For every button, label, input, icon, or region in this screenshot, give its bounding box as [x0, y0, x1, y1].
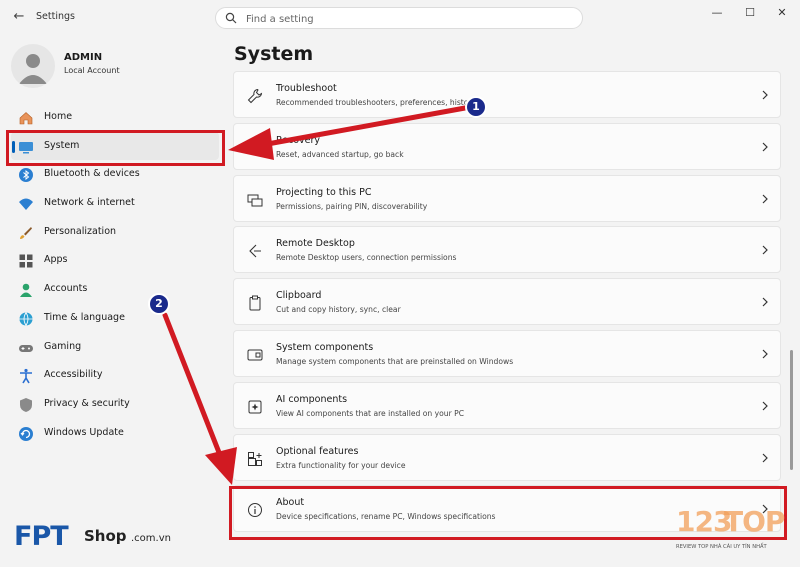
globe-icon: [19, 312, 33, 327]
card-title: Troubleshoot: [276, 83, 337, 94]
components-icon: [247, 349, 263, 361]
card-remote-desktop[interactable]: Remote Desktop Remote Desktop users, con…: [233, 226, 781, 274]
avatar-person-icon: [19, 54, 47, 84]
card-title: Optional features: [276, 445, 359, 457]
wrench-icon: [247, 88, 263, 104]
person-icon: [20, 283, 32, 298]
wifi-icon: [19, 198, 33, 211]
step-badge-2: 2: [148, 293, 170, 315]
sidebar-item-label: Accessibility: [44, 369, 103, 381]
card-subtitle: Reset, advanced startup, go back: [276, 149, 404, 159]
optional-features-icon: [248, 451, 262, 466]
card-title: Remote Desktop: [276, 238, 355, 250]
card-system-components[interactable]: System components Manage system componen…: [233, 329, 781, 377]
sidebar-item-label: Apps: [44, 254, 68, 266]
card-title: Projecting to this PC: [276, 186, 372, 198]
sidebar-item-network[interactable]: Network & internet: [11, 189, 219, 218]
card-title: Clipboard: [276, 290, 322, 302]
search-icon: [225, 12, 237, 24]
account-header[interactable]: ADMIN Local Account: [11, 43, 211, 88]
highlight-box-system: [6, 130, 225, 166]
sidebar-item-windows-update[interactable]: Windows Update: [11, 419, 219, 448]
home-icon: [19, 112, 33, 125]
sidebar-item-label: Gaming: [44, 340, 82, 352]
clipboard-icon: [249, 295, 261, 311]
chevron-right-icon: [762, 453, 768, 463]
watermark-word: TOP: [724, 505, 785, 538]
card-optional-features[interactable]: Optional features Extra functionality fo…: [233, 433, 781, 481]
sidebar-item-label: Personalization: [44, 225, 117, 237]
shield-icon: [20, 397, 32, 412]
card-subtitle: View AI components that are installed on…: [276, 408, 465, 418]
chevron-right-icon: [762, 297, 768, 307]
accessibility-icon: [20, 369, 32, 384]
brush-icon: [20, 226, 32, 239]
ai-icon: [248, 400, 262, 414]
sidebar-item-label: Network & internet: [44, 197, 135, 209]
back-button[interactable]: ←: [11, 9, 27, 25]
card-recovery[interactable]: Recovery Reset, advanced startup, go bac…: [233, 122, 781, 170]
remote-desktop-icon: [249, 245, 261, 258]
fpt-shop-logo: FPT Shop .com.vn: [14, 521, 184, 557]
chevron-right-icon: [762, 245, 768, 255]
bluetooth-icon: [19, 168, 33, 183]
chevron-right-icon: [762, 401, 768, 411]
apps-icon: [19, 254, 33, 268]
card-title: AI components: [276, 393, 348, 405]
sidebar-item-label: Time & language: [44, 311, 125, 323]
sidebar-item-label: Bluetooth & devices: [44, 168, 140, 180]
sidebar-item-home[interactable]: Home: [11, 103, 219, 132]
card-troubleshoot[interactable]: Troubleshoot Recommended troubleshooters…: [233, 71, 781, 118]
shop-domain-text: .com.vn: [131, 533, 171, 544]
chevron-right-icon: [762, 90, 768, 100]
sidebar-item-gaming[interactable]: Gaming: [11, 333, 219, 362]
close-button[interactable]: ✕: [772, 6, 792, 20]
scrollbar-thumb[interactable]: [790, 350, 793, 470]
chevron-right-icon: [762, 194, 768, 204]
card-subtitle: Cut and copy history, sync, clear: [276, 305, 401, 315]
sidebar-item-privacy[interactable]: Privacy & security: [11, 390, 219, 419]
shop-logo-text: Shop: [84, 527, 127, 545]
sidebar-item-label: Accounts: [44, 283, 88, 295]
card-title: System components: [276, 341, 374, 353]
sidebar-item-time-language[interactable]: Time & language: [11, 304, 219, 333]
fpt-logo-text: FPT: [14, 521, 69, 552]
watermark-tagline: REVIEW TOP NHÀ CÁI UY TÍN NHẤT: [676, 544, 767, 550]
card-ai-components[interactable]: AI components View AI components that ar…: [233, 381, 781, 429]
account-name: ADMIN: [64, 52, 103, 63]
chevron-right-icon: [762, 349, 768, 359]
card-projecting[interactable]: Projecting to this PC Permissions, pairi…: [233, 174, 781, 222]
title-bar: ← Settings — ☐ ✕: [0, 0, 800, 36]
page-title: System: [234, 43, 314, 65]
card-subtitle: Manage system components that are preins…: [276, 356, 514, 366]
chevron-right-icon: [762, 142, 768, 152]
update-icon: [19, 426, 33, 441]
card-subtitle: Permissions, pairing PIN, discoverabilit…: [276, 201, 428, 211]
sidebar-item-label: Privacy & security: [44, 397, 130, 409]
card-subtitle: Remote Desktop users, connection permiss…: [276, 253, 457, 263]
avatar: [11, 44, 55, 88]
sidebar-item-personalization[interactable]: Personalization: [11, 218, 219, 247]
app-title: Settings: [36, 11, 75, 22]
card-subtitle: Recommended troubleshooters, preferences…: [276, 98, 477, 107]
maximize-button[interactable]: ☐: [740, 6, 760, 20]
sidebar-item-accounts[interactable]: Accounts: [11, 275, 219, 304]
sidebar-item-label: Home: [44, 111, 73, 122]
card-title: Recovery: [276, 134, 321, 146]
sidebar-item-label: Windows Update: [44, 426, 124, 438]
sidebar-item-apps[interactable]: Apps: [11, 246, 219, 275]
search-input[interactable]: [244, 10, 568, 28]
step-badge-1: 1: [465, 96, 487, 118]
search-box[interactable]: [215, 7, 583, 29]
gamepad-icon: [19, 344, 33, 352]
settings-list: Troubleshoot Recommended troubleshooters…: [233, 71, 781, 537]
card-subtitle: Extra functionality for your device: [276, 460, 406, 470]
minimize-button[interactable]: —: [707, 6, 727, 20]
projector-icon: [247, 194, 263, 207]
sidebar-item-accessibility[interactable]: Accessibility: [11, 361, 219, 390]
card-clipboard[interactable]: Clipboard Cut and copy history, sync, cl…: [233, 278, 781, 326]
account-type: Local Account: [64, 66, 120, 75]
123top-watermark: 123 TOP REVIEW TOP NHÀ CÁI UY TÍN NHẤT: [670, 505, 790, 557]
recovery-icon: [248, 141, 261, 154]
